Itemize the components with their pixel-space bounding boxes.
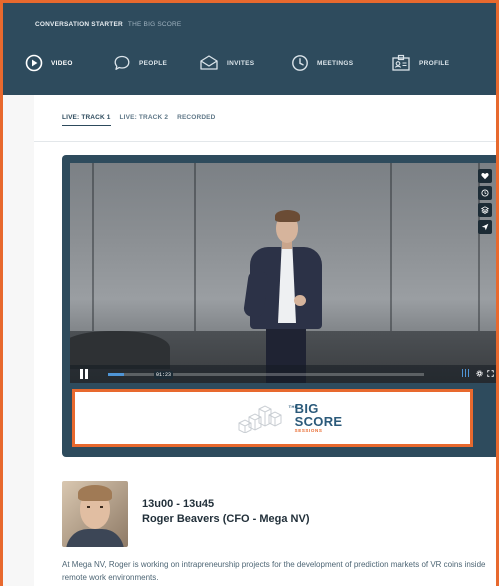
nav-label-people: PEOPLE bbox=[139, 59, 168, 67]
video-side-actions bbox=[478, 169, 492, 234]
main-content: LIVE: TRACK 1 LIVE: TRACK 2 RECORDED 01:… bbox=[34, 95, 496, 586]
breadcrumb-event[interactable]: THE BIG SCORE bbox=[128, 21, 182, 28]
avatar-eyes bbox=[87, 506, 103, 508]
collections-button[interactable] bbox=[478, 203, 492, 217]
speaker-avatar[interactable] bbox=[62, 481, 128, 547]
layers-icon bbox=[481, 206, 489, 214]
isometric-blocks-icon bbox=[238, 405, 282, 433]
app-frame: CONVERSATION STARTER THE BIG SCORE VIDEO… bbox=[0, 0, 499, 586]
like-button[interactable] bbox=[478, 169, 492, 183]
avatar-hair bbox=[78, 485, 112, 501]
top-bar: CONVERSATION STARTER THE BIG SCORE VIDEO… bbox=[3, 3, 496, 95]
tabs-divider bbox=[34, 141, 496, 142]
volume-icon[interactable] bbox=[460, 369, 472, 377]
pause-icon bbox=[85, 369, 88, 379]
main-nav: VIDEO PEOPLE INVITES MEETINGS PROFILE bbox=[3, 49, 496, 77]
id-card-icon bbox=[392, 54, 410, 71]
speaker-figure bbox=[294, 295, 306, 306]
settings-gear-icon[interactable] bbox=[476, 369, 483, 377]
nav-label-video: VIDEO bbox=[51, 59, 73, 67]
speaker-figure bbox=[275, 210, 300, 222]
nav-item-invites[interactable]: INVITES bbox=[199, 49, 254, 77]
logo-sessions-text: SESSIONS bbox=[294, 428, 323, 434]
progress-bar[interactable]: 01:23 bbox=[108, 371, 424, 379]
nav-item-people[interactable]: PEOPLE bbox=[113, 49, 167, 77]
progress-fill bbox=[108, 373, 124, 376]
speaker-name[interactable]: Roger Beavers (CFO - Mega NV) bbox=[142, 513, 309, 525]
tab-live-track-2[interactable]: LIVE: TRACK 2 bbox=[120, 114, 169, 126]
nav-item-profile[interactable]: PROFILE bbox=[391, 49, 449, 77]
nav-label-meetings: MEETINGS bbox=[317, 59, 354, 67]
logo-score-text: SCORE bbox=[294, 414, 343, 430]
share-button[interactable] bbox=[478, 220, 492, 234]
tab-recorded[interactable]: RECORDED bbox=[177, 114, 215, 126]
video-player[interactable]: 01:23 bbox=[70, 163, 496, 383]
logo-wordmark: THE BIG SCORE SESSIONS bbox=[289, 402, 343, 434]
time-tooltip: 01:23 bbox=[154, 371, 174, 379]
nav-label-invites: INVITES bbox=[227, 59, 255, 67]
nav-label-profile: PROFILE bbox=[419, 59, 450, 67]
player-right-controls bbox=[460, 369, 494, 377]
video-player-card: 01:23 THE BIG SCORE SESSIONS bbox=[62, 155, 496, 457]
pause-icon bbox=[80, 369, 83, 379]
chat-bubble-icon bbox=[114, 55, 130, 70]
avatar-shoulders bbox=[66, 529, 124, 547]
fullscreen-icon[interactable] bbox=[487, 369, 494, 377]
sponsor-banner: THE BIG SCORE SESSIONS bbox=[72, 389, 473, 447]
logo-the-text: THE bbox=[288, 404, 298, 410]
video-controls: 01:23 bbox=[70, 365, 496, 383]
clock-icon bbox=[481, 189, 489, 197]
big-score-logo: THE BIG SCORE SESSIONS bbox=[237, 402, 343, 434]
pause-button[interactable] bbox=[80, 369, 90, 379]
nav-item-video[interactable]: VIDEO bbox=[25, 49, 73, 77]
send-icon bbox=[481, 223, 489, 231]
breadcrumb-section[interactable]: CONVERSATION STARTER bbox=[35, 21, 123, 28]
stage-table bbox=[70, 331, 170, 369]
watch-later-button[interactable] bbox=[478, 186, 492, 200]
logo-text: BIG SCORE SESSIONS bbox=[295, 402, 343, 434]
session-time: 13u00 - 13u45 bbox=[142, 498, 215, 510]
track-tabs: LIVE: TRACK 1 LIVE: TRACK 2 RECORDED bbox=[62, 114, 216, 126]
tab-live-track-1[interactable]: LIVE: TRACK 1 bbox=[62, 114, 111, 126]
clock-icon bbox=[292, 55, 308, 71]
heart-icon bbox=[481, 173, 489, 180]
breadcrumb: CONVERSATION STARTER THE BIG SCORE bbox=[35, 21, 181, 28]
envelope-icon bbox=[200, 55, 218, 70]
nav-item-meetings[interactable]: MEETINGS bbox=[291, 49, 353, 77]
play-circle-icon bbox=[25, 54, 43, 72]
session-description: At Mega NV, Roger is working on intrapre… bbox=[62, 560, 486, 582]
